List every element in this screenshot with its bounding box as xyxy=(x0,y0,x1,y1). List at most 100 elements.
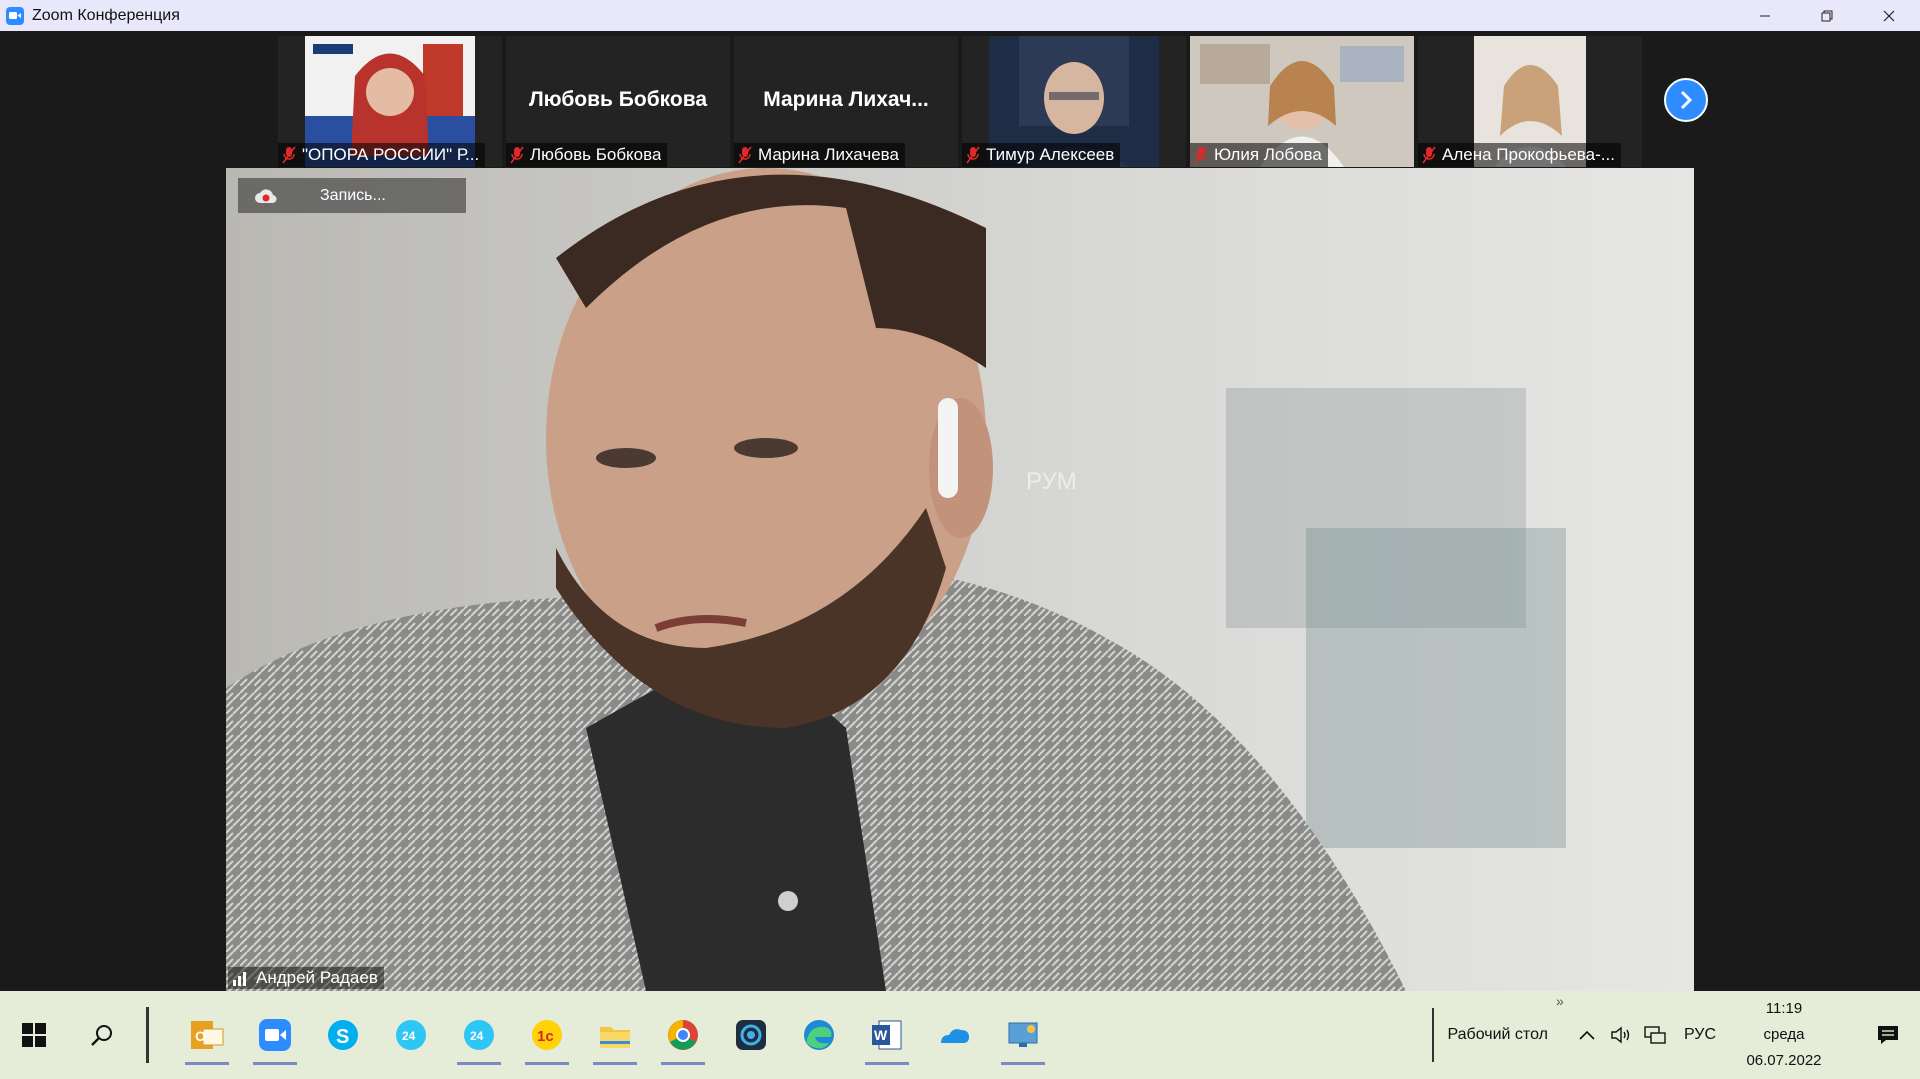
bitrix24-app-second[interactable]: 24 xyxy=(445,991,513,1079)
active-indicator xyxy=(661,1062,705,1065)
speaker-video-frame xyxy=(226,168,1694,991)
participant-name: "ОПОРА РОССИИ" Р... xyxy=(302,145,480,164)
active-indicator xyxy=(593,1062,637,1065)
muted-mic-icon xyxy=(282,146,296,164)
zoom-icon xyxy=(259,1019,291,1051)
speaker-volume-icon xyxy=(1611,1026,1630,1044)
clock-time: 11:19 xyxy=(1765,1000,1803,1017)
speaker-name: Андрей Радаев xyxy=(256,968,378,987)
desktop-toolbar[interactable]: Рабочий стол xyxy=(1431,991,1570,1079)
clock-date: 06.07.2022 xyxy=(1746,1052,1822,1069)
muted-mic-icon xyxy=(1194,146,1208,164)
language-indicator[interactable]: РУС xyxy=(1684,1026,1716,1044)
file-explorer-app[interactable] xyxy=(581,991,649,1079)
muted-mic-icon xyxy=(1422,146,1436,164)
windows-logo-icon xyxy=(22,1023,46,1047)
chrome-icon xyxy=(668,1020,698,1050)
participant-tile[interactable]: Тимур Алексеев xyxy=(962,36,1186,167)
participant-name-bar: Марина Лихачева xyxy=(734,143,905,167)
active-indicator xyxy=(865,1062,909,1065)
word-app[interactable]: W xyxy=(853,991,921,1079)
close-icon xyxy=(1883,10,1895,21)
onedrive-icon xyxy=(941,1029,969,1043)
clock-weekday: среда xyxy=(1763,1026,1805,1043)
outlook-app[interactable]: O xyxy=(173,991,241,1079)
zoom-app[interactable] xyxy=(241,991,309,1079)
muted-mic-icon xyxy=(966,146,980,164)
participant-name-bar: Любовь Бобкова xyxy=(506,143,668,167)
participant-tile[interactable]: Алена Прокофьева-... xyxy=(1418,36,1642,167)
participant-strip: "ОПОРА РОССИИ" Р... Любовь Бобкова Любов… xyxy=(278,36,1646,167)
remote-desktop-app[interactable] xyxy=(989,991,1057,1079)
participant-name: Любовь Бобкова xyxy=(530,145,662,164)
participant-display-name: Марина Лихач... xyxy=(763,88,929,111)
windows-taskbar: O S 24 24 1c W Рабочий стол РУС 11:19 ср… xyxy=(0,991,1920,1079)
1c-app[interactable]: 1c xyxy=(513,991,581,1079)
screen-recorder-icon xyxy=(736,1020,766,1050)
participant-name-bar: "ОПОРА РОССИИ" Р... xyxy=(278,143,486,167)
participant-name: Алена Прокофьева-... xyxy=(1442,145,1615,164)
chrome-app[interactable] xyxy=(649,991,717,1079)
minimize-icon xyxy=(1760,15,1770,16)
outlook-icon: O xyxy=(191,1021,224,1049)
show-hidden-icons-button[interactable] xyxy=(1570,1015,1604,1055)
close-button[interactable] xyxy=(1858,0,1920,31)
bitrix24-app[interactable]: 24 xyxy=(377,991,445,1079)
video-watermark: РУМ xyxy=(1026,468,1077,495)
toolbar-divider xyxy=(1431,1008,1434,1062)
participant-tile[interactable]: Юлия Лобова xyxy=(1190,36,1414,167)
participant-name: Юлия Лобова xyxy=(1214,145,1322,164)
muted-mic-icon xyxy=(738,146,752,164)
restore-button[interactable] xyxy=(1796,0,1858,31)
svg-text:1c: 1c xyxy=(537,1028,554,1045)
participant-name-bar: Алена Прокофьева-... xyxy=(1418,143,1621,167)
participant-name-bar: Юлия Лобова xyxy=(1190,143,1328,167)
skype-app[interactable]: S xyxy=(309,991,377,1079)
action-center-button[interactable] xyxy=(1856,991,1920,1079)
active-indicator xyxy=(1001,1062,1045,1065)
desktop-label: Рабочий стол xyxy=(1447,1026,1548,1043)
window-titlebar: Zoom Конференция xyxy=(0,0,1920,31)
edge-app[interactable] xyxy=(785,991,853,1079)
network-button[interactable] xyxy=(1638,1015,1672,1055)
speaker-name-bar: Андрей Радаев xyxy=(228,967,384,989)
bitrix24-icon: 24 xyxy=(464,1020,494,1050)
volume-button[interactable] xyxy=(1604,1015,1638,1055)
remote-desktop-icon xyxy=(1008,1022,1038,1047)
taskbar-divider xyxy=(146,1007,149,1063)
bitrix24-icon: 24 xyxy=(396,1020,426,1050)
chevron-up-icon xyxy=(1579,1030,1595,1040)
minimize-button[interactable] xyxy=(1734,0,1796,31)
window-title: Zoom Конференция xyxy=(32,6,180,24)
participant-display-name: Любовь Бобкова xyxy=(528,88,708,111)
svg-text:S: S xyxy=(336,1026,349,1048)
participant-tile[interactable]: Любовь Бобкова Любовь Бобкова xyxy=(506,36,730,167)
onedrive-app[interactable] xyxy=(921,991,989,1079)
recording-indicator[interactable]: Запись... xyxy=(238,178,466,213)
svg-text:O: O xyxy=(195,1028,206,1044)
toolbar-chevron[interactable]: » xyxy=(1556,993,1564,1009)
active-indicator xyxy=(253,1062,297,1065)
participant-tile[interactable]: Марина Лихач... Марина Лихачева xyxy=(734,36,958,167)
active-indicator xyxy=(185,1062,229,1065)
start-button[interactable] xyxy=(0,991,68,1079)
word-icon: W xyxy=(872,1020,902,1050)
network-icon xyxy=(1644,1026,1666,1044)
search-icon xyxy=(91,1025,112,1046)
active-indicator xyxy=(525,1062,569,1065)
notification-icon xyxy=(1878,1026,1898,1044)
participant-tile[interactable]: "ОПОРА РОССИИ" Р... xyxy=(278,36,502,167)
participant-name-bar: Тимур Алексеев xyxy=(962,143,1121,167)
restore-icon xyxy=(1821,10,1833,21)
participant-name: Тимур Алексеев xyxy=(986,145,1115,164)
screen-recorder-app[interactable] xyxy=(717,991,785,1079)
svg-text:24: 24 xyxy=(402,1029,416,1043)
participant-name: Марина Лихачева xyxy=(758,145,899,164)
system-clock[interactable]: 11:19 среда 06.07.2022 xyxy=(1736,996,1832,1074)
next-page-button[interactable] xyxy=(1664,78,1708,122)
meeting-area: "ОПОРА РОССИИ" Р... Любовь Бобкова Любов… xyxy=(0,31,1920,991)
search-button[interactable] xyxy=(68,991,136,1079)
muted-mic-icon xyxy=(510,146,524,164)
1c-icon: 1c xyxy=(532,1020,562,1050)
active-speaker-video[interactable]: РУМ Запись... Андрей Радаев xyxy=(226,168,1694,991)
